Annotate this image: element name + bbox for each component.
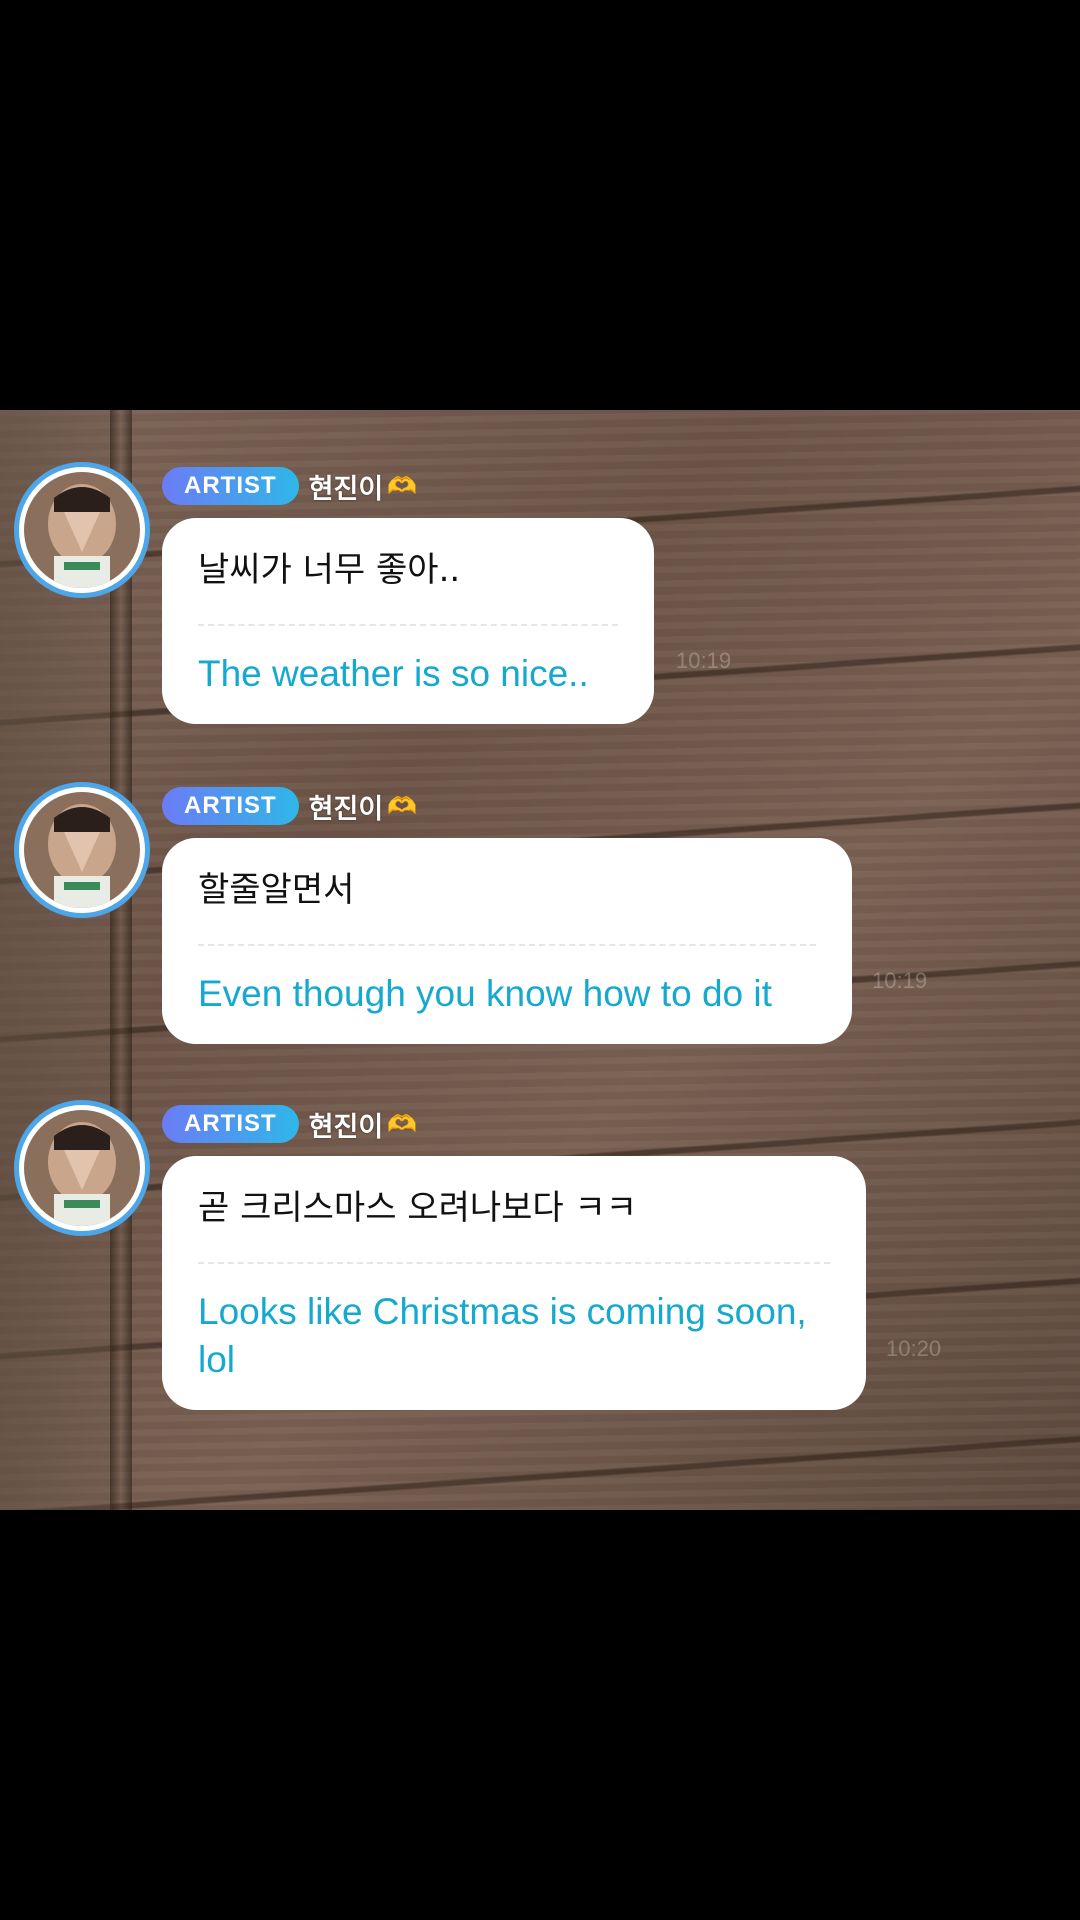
message-bubble[interactable]: 날씨가 너무 좋아.. The weather is so nice.. xyxy=(162,518,654,724)
original-text: 곧 크리스마스 오려나보다 ㅋㅋ xyxy=(198,1156,830,1264)
sender-name[interactable]: 현진이 xyxy=(309,787,384,826)
translated-text: The weather is so nice.. xyxy=(198,653,589,694)
message-header: ARTIST 현진이 🫶 xyxy=(162,466,417,506)
artist-badge: ARTIST xyxy=(162,787,299,825)
heart-hands-icon: 🫶 xyxy=(387,472,418,500)
original-text: 날씨가 너무 좋아.. xyxy=(198,518,618,626)
avatar[interactable] xyxy=(14,1100,150,1236)
avatar-photo xyxy=(24,792,140,908)
video-frame: ARTIST 현진이 🫶 날씨가 너무 좋아.. The weather is … xyxy=(0,0,1080,1920)
timestamp: 10:20 xyxy=(886,1336,942,1361)
original-text: 할줄알면서 xyxy=(198,838,816,946)
translated-text: Even though you know how to do it xyxy=(198,973,772,1014)
avatar-photo xyxy=(24,1110,140,1226)
artist-badge: ARTIST xyxy=(162,1105,299,1143)
sender-name[interactable]: 현진이 xyxy=(309,467,384,506)
message-bubble[interactable]: 할줄알면서 Even though you know how to do it xyxy=(162,838,852,1044)
chat-background: ARTIST 현진이 🫶 날씨가 너무 좋아.. The weather is … xyxy=(0,410,1080,1510)
artist-badge: ARTIST xyxy=(162,467,299,505)
avatar[interactable] xyxy=(14,782,150,918)
message-bubble[interactable]: 곧 크리스마스 오려나보다 ㅋㅋ Looks like Christmas is… xyxy=(162,1156,866,1410)
heart-hands-icon: 🫶 xyxy=(387,792,418,820)
timestamp: 10:19 xyxy=(676,648,732,673)
avatar[interactable] xyxy=(14,462,150,598)
avatar-photo xyxy=(24,472,140,588)
message-header: ARTIST 현진이 🫶 xyxy=(162,786,417,826)
message-header: ARTIST 현진이 🫶 xyxy=(162,1104,417,1144)
translated-text: Looks like Christmas is coming soon, lol xyxy=(198,1291,807,1380)
timestamp: 10:19 xyxy=(872,968,928,993)
sender-name[interactable]: 현진이 xyxy=(309,1105,384,1144)
heart-hands-icon: 🫶 xyxy=(387,1110,418,1138)
